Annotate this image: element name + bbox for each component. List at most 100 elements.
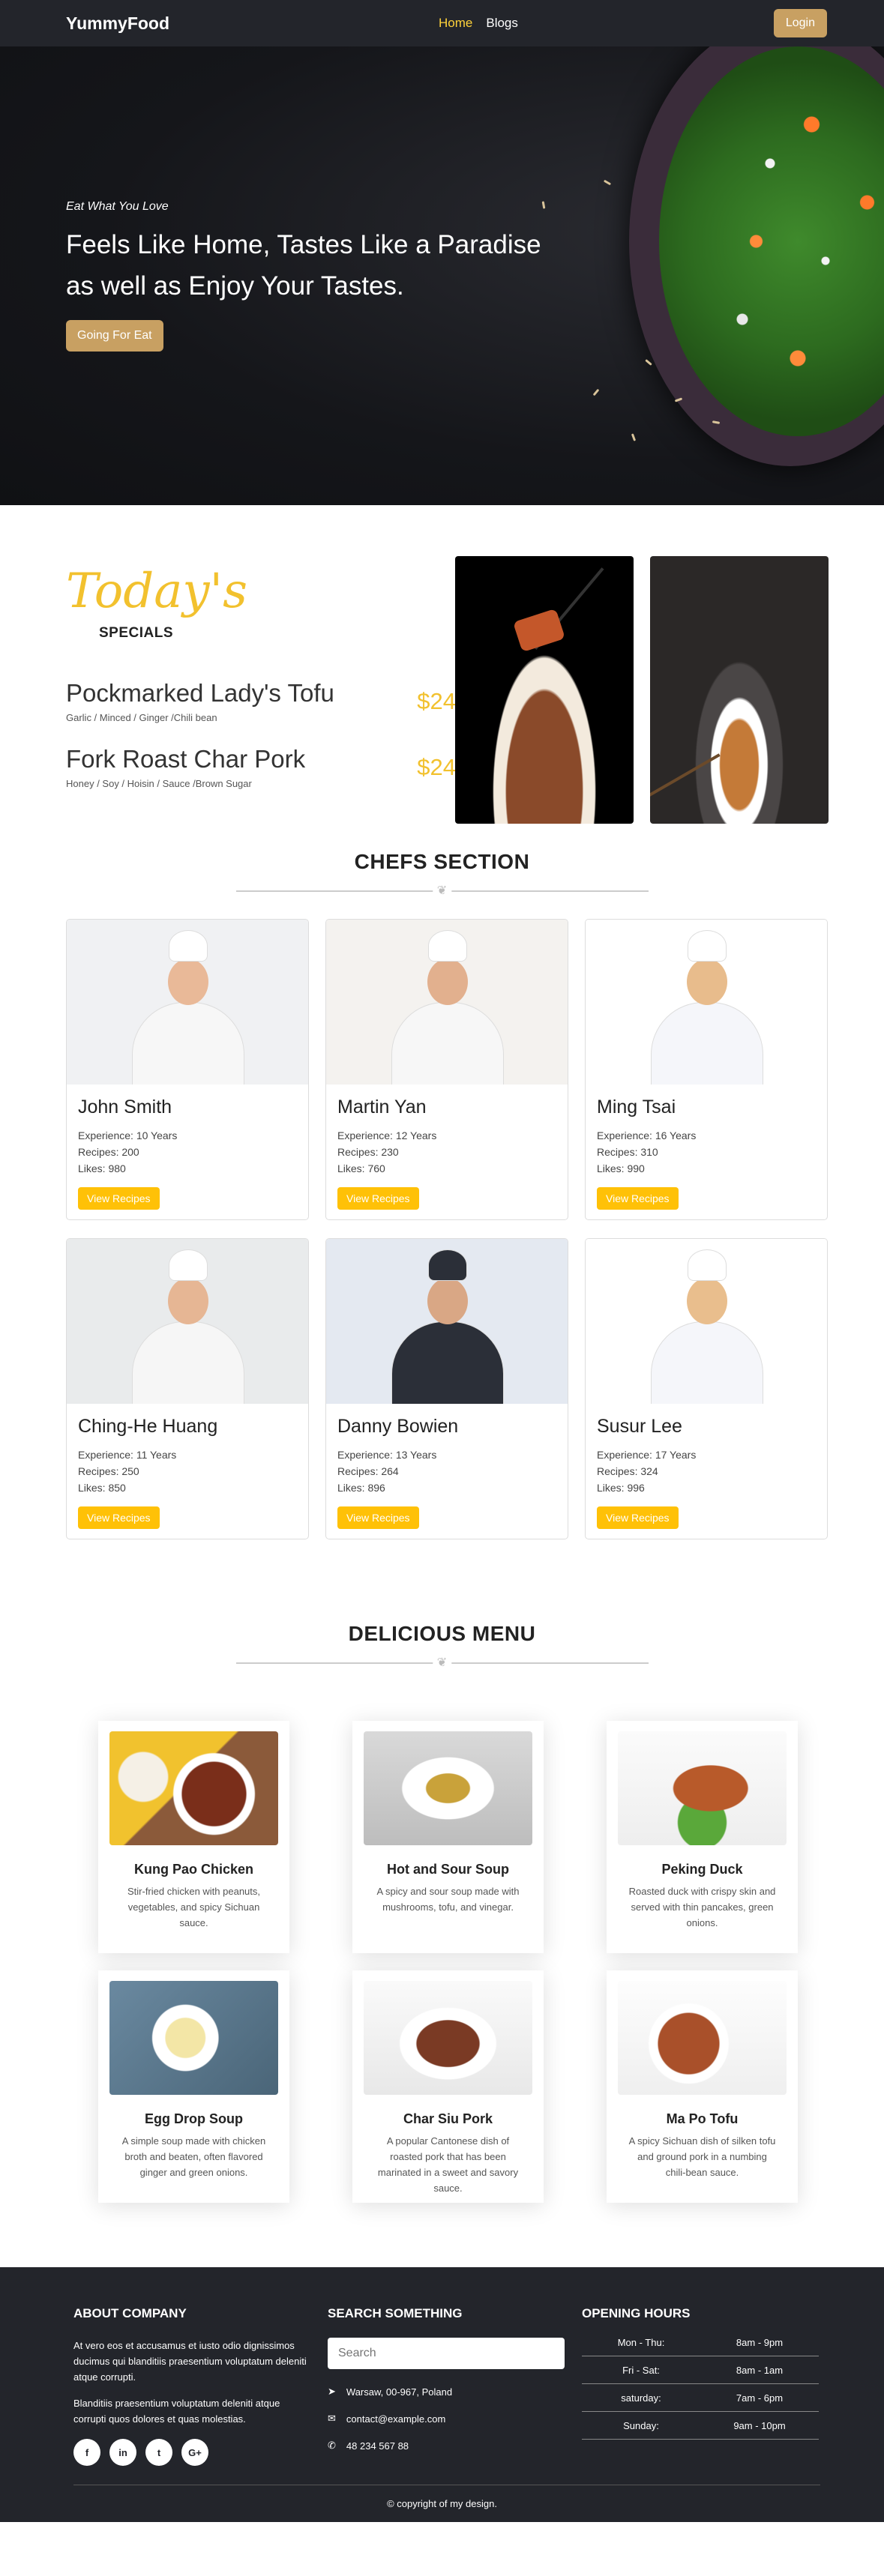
hours-title: OPENING HOURS [582,2306,691,2320]
hours-time: 8am - 9pm [736,2336,784,2348]
about-text: Blanditiis praesentium voluptatum deleni… [73,2398,280,2425]
menu-dish-name: Hot and Sour Soup [387,1862,509,1877]
menu-dish-description: Stir-fried chicken with peanuts, vegetab… [127,1886,261,1928]
chef-photo [67,920,308,1085]
salad-plate-image [629,46,884,466]
dish-name: Fork Roast Char Pork [66,745,306,773]
view-recipes-button[interactable]: View Recipes [78,1187,160,1210]
special-dish: Pockmarked Lady's Tofu Garlic / Minced /… [66,679,456,723]
hours-time: 7am - 6pm [736,2392,784,2404]
menu-card: Peking Duck Roasted duck with crispy ski… [607,1721,798,1953]
menu-dish-photo [618,1731,787,1845]
hours-row: Mon - Thu: 8am - 9pm [582,2329,819,2356]
chef-experience: Experience: 13 Years [337,1449,437,1461]
ornament-icon: ❦ [432,1656,452,1670]
menu-card: Egg Drop Soup A simple soup made with ch… [98,1970,289,2203]
chef-grid: John Smith Experience: 10 Years Recipes:… [66,919,884,1539]
chef-experience: Experience: 16 Years [597,1129,697,1141]
chef-experience: Experience: 12 Years [337,1129,437,1141]
ornament-icon: ❦ [432,884,452,898]
facebook-icon[interactable]: f [73,2439,100,2466]
email-text[interactable]: contact@example.com [346,2413,445,2425]
view-recipes-button[interactable]: View Recipes [337,1506,419,1529]
phone-text[interactable]: 48 234 567 88 [346,2440,409,2452]
login-button[interactable]: Login [773,9,827,37]
menu-card: Ma Po Tofu A spicy Sichuan dish of silke… [607,1970,798,2203]
dish-price: $24 [417,688,456,714]
hours-time: 8am - 1am [736,2364,784,2376]
dish-price: $24 [417,754,456,780]
hero-section: Eat What You Love Feels Like Home, Taste… [0,46,884,505]
chef-likes: Likes: 850 [78,1482,126,1494]
chef-likes: Likes: 760 [337,1162,385,1174]
hours-row: Fri - Sat: 8am - 1am [582,2356,819,2384]
menu-card: Char Siu Pork A popular Cantonese dish o… [352,1970,544,2203]
chef-likes: Likes: 990 [597,1162,645,1174]
menu-dish-description: A popular Cantonese dish of roasted pork… [377,2135,519,2194]
chef-likes: Likes: 996 [597,1482,645,1494]
menu-dish-description: A spicy Sichuan dish of silken tofu and … [628,2135,776,2178]
chef-photo [326,1239,568,1404]
twitter-icon[interactable]: t [145,2439,172,2466]
hours-list: Mon - Thu: 8am - 9pm Fri - Sat: 8am - 1am sa… [582,2329,819,2440]
chef-name: Danny Bowien [337,1416,459,1437]
nav-links: Home Blogs [439,16,518,31]
hero-title: Feels Like Home, Tastes Like a Paradise … [66,230,541,301]
menu-dish-photo [364,1981,532,2095]
mapo-tofu-photo [650,556,829,824]
navbar: YummyFood Home Blogs Login [0,0,884,46]
chef-photo [586,920,827,1085]
specials-heading: Today's [66,564,247,619]
menu-dish-photo [109,1981,278,2095]
chef-card: Ming Tsai Experience: 16 Years Recipes: … [585,919,828,1220]
view-recipes-button[interactable]: View Recipes [597,1506,679,1529]
menu-section-title: DELICIOUS MENU [348,1622,536,1645]
hours-day: Mon - Thu: [617,2336,665,2348]
menu-dish-photo [109,1731,278,1845]
search-input[interactable] [328,2338,565,2369]
view-recipes-button[interactable]: View Recipes [597,1187,679,1210]
menu-dish-name: Peking Duck [661,1862,743,1877]
view-recipes-button[interactable]: View Recipes [337,1187,419,1210]
going-for-eat-button[interactable]: Going For Eat [66,320,163,352]
chef-photo [326,920,568,1085]
menu-dish-description: Roasted duck with crispy skin and served… [628,1886,776,1928]
linkedin-icon[interactable]: in [109,2439,136,2466]
chef-card: Susur Lee Experience: 17 Years Recipes: … [585,1238,828,1539]
google-plus-icon[interactable]: G+ [181,2439,208,2466]
chef-experience: Experience: 11 Years [78,1449,177,1461]
chef-name: John Smith [78,1097,172,1117]
nav-link-blogs[interactable]: Blogs [486,16,518,31]
hours-time: 9am - 10pm [733,2419,786,2431]
menu-dish-name: Kung Pao Chicken [133,1862,254,1877]
footer-about: ABOUT COMPANY At vero eos et accusamus e… [73,2306,310,2466]
menu-dish-name: Egg Drop Soup [145,2111,243,2126]
chef-recipes: Recipes: 310 [597,1146,658,1158]
chefs-section: CHEFS SECTION ❦ John Smith Experience: 1… [0,827,884,1539]
chef-recipes: Recipes: 250 [78,1465,139,1477]
nav-link-home[interactable]: Home [439,16,472,31]
location-arrow-icon: ➤ [328,2386,336,2397]
menu-grid: Kung Pao Chicken Stir-fried chicken with… [98,1721,884,2203]
social-links: f in t G+ [73,2439,310,2466]
hero-tagline: Eat What You Love [66,200,169,213]
about-title: ABOUT COMPANY [73,2306,187,2320]
dish-ingredients: Honey / Soy / Hoisin / Sauce /Brown Suga… [66,778,252,789]
chef-name: Ming Tsai [597,1097,676,1117]
chefs-section-title: CHEFS SECTION [354,850,530,873]
hours-day: Sunday: [623,2419,659,2431]
menu-dish-photo [618,1981,787,2095]
copyright: © copyright of my design. [387,2498,497,2509]
chef-photo [67,1239,308,1404]
view-recipes-button[interactable]: View Recipes [78,1506,160,1529]
menu-card: Hot and Sour Soup A spicy and sour soup … [352,1721,544,1953]
about-text: At vero eos et accusamus et iusto odio d… [73,2340,307,2383]
chef-recipes: Recipes: 324 [597,1465,658,1477]
section-divider: ❦ [235,884,649,898]
phone-icon: ✆ [328,2440,336,2451]
hours-day: saturday: [621,2392,661,2404]
chef-recipes: Recipes: 264 [337,1465,399,1477]
brand-logo[interactable]: YummyFood [66,13,169,34]
chef-card: Martin Yan Experience: 12 Years Recipes:… [325,919,568,1220]
chef-name: Martin Yan [337,1097,427,1117]
